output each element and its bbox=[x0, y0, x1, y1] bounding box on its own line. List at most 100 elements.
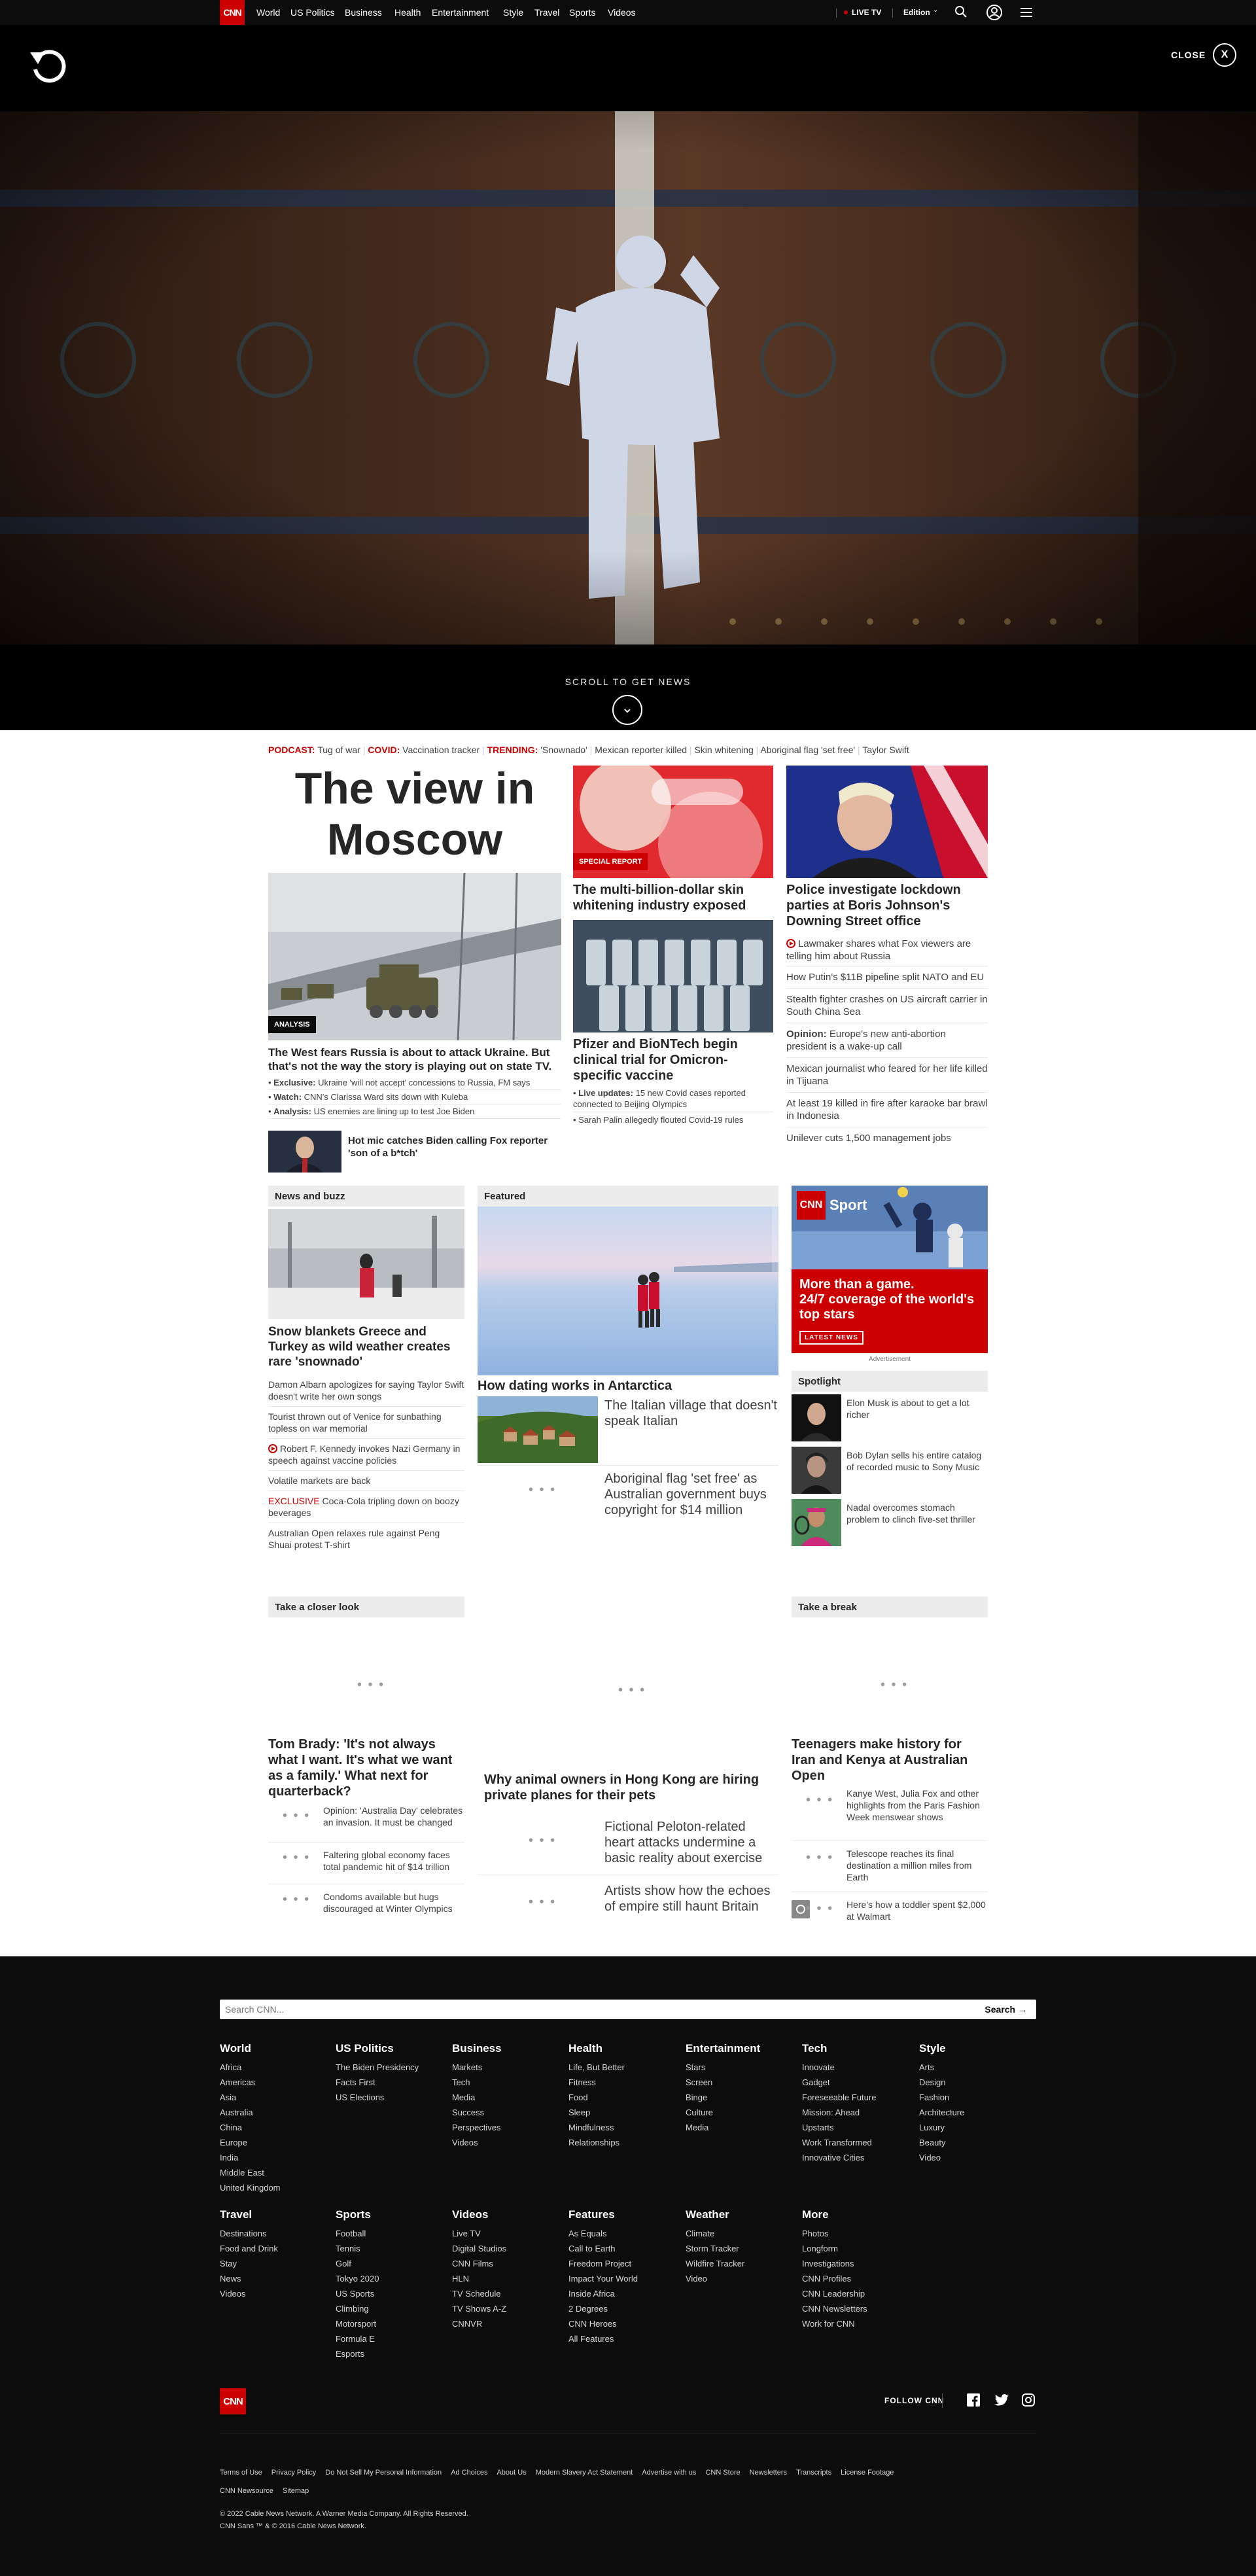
footer-heading[interactable]: US Politics bbox=[336, 2041, 419, 2056]
replay-icon[interactable] bbox=[25, 43, 69, 91]
boris-image[interactable] bbox=[786, 766, 988, 878]
footer-link[interactable]: Storm Tracker bbox=[686, 2241, 744, 2256]
list-item[interactable]: • • • Artists show how the echoes of empi… bbox=[478, 1878, 778, 1930]
footer-link[interactable]: Markets bbox=[452, 2060, 502, 2075]
footer-heading[interactable]: Travel bbox=[220, 2208, 278, 2222]
footer-heading[interactable]: Weather bbox=[686, 2208, 744, 2222]
trending-item[interactable]: Taylor Swift bbox=[862, 745, 909, 755]
list-item[interactable]: • • • Opinion: 'Australia Day' celebrates… bbox=[268, 1803, 464, 1843]
footer-link[interactable]: Middle East bbox=[220, 2165, 281, 2180]
pfizer-headline[interactable]: Pfizer and BioNTech begin clinical trial… bbox=[573, 1036, 773, 1084]
buzz-headline[interactable]: Snow blankets Greece and Turkey as wild … bbox=[268, 1324, 464, 1369]
footer-link[interactable]: TV Shows A-Z bbox=[452, 2301, 506, 2316]
nav-us-politics[interactable]: US Politics bbox=[290, 7, 335, 18]
hong-kong-headline[interactable]: Why animal owners in Hong Kong are hirin… bbox=[484, 1772, 778, 1803]
featured-item[interactable]: • • • Aboriginal flag 'set free' as Aust… bbox=[478, 1466, 778, 1523]
list-item[interactable]: • • • Condoms available but hugs discoura… bbox=[268, 1887, 464, 1926]
cnn-logo[interactable]: CNN bbox=[220, 2388, 246, 2414]
list-item[interactable]: Damon Albarn apologizes for saying Taylo… bbox=[268, 1375, 464, 1407]
footer-link[interactable]: CNN Store bbox=[705, 2469, 740, 2477]
footer-link[interactable]: Photos bbox=[802, 2226, 867, 2241]
footer-link[interactable]: Europe bbox=[220, 2135, 281, 2150]
footer-link[interactable]: Fashion bbox=[919, 2090, 964, 2105]
footer-link[interactable]: Architecture bbox=[919, 2105, 964, 2120]
spotlight-text[interactable]: Elon Musk is about to get a lot richer bbox=[846, 1397, 988, 1420]
small-story[interactable]: Hot mic catches Biden calling Fox report… bbox=[268, 1131, 561, 1174]
footer-link[interactable]: Ad Choices bbox=[451, 2469, 487, 2477]
italian-village-text[interactable]: The Italian village that doesn't speak I… bbox=[604, 1398, 778, 1429]
list-item[interactable]: How Putin's $11B pipeline split NATO and… bbox=[786, 966, 988, 989]
instagram-icon[interactable] bbox=[1022, 2393, 1035, 2410]
spotlight-item[interactable]: Bob Dylan sells his entire catalog of re… bbox=[792, 1447, 988, 1499]
footer-link[interactable]: As Equals bbox=[568, 2226, 638, 2241]
footer-link[interactable]: United Kingdom bbox=[220, 2180, 281, 2195]
footer-link[interactable]: Mission: Ahead bbox=[802, 2105, 876, 2120]
lead-image[interactable]: ANALYSIS bbox=[268, 873, 561, 1040]
footer-link[interactable]: Perspectives bbox=[452, 2120, 502, 2135]
footer-link[interactable]: Design bbox=[919, 2075, 964, 2090]
spotlight-item[interactable]: Elon Musk is about to get a lot richer bbox=[792, 1394, 988, 1447]
list-item[interactable]: • • • Fictional Peloton-related heart att… bbox=[478, 1816, 778, 1875]
list-item[interactable]: Australian Open relaxes rule against Pen… bbox=[268, 1523, 464, 1555]
footer-heading[interactable]: Features bbox=[568, 2208, 638, 2222]
list-item[interactable]: • • • Kanye West, Julia Fox and other hig… bbox=[792, 1786, 988, 1841]
footer-link[interactable]: India bbox=[220, 2150, 281, 2165]
latest-news-button[interactable]: LATEST NEWS bbox=[799, 1331, 864, 1345]
footer-link[interactable]: Gadget bbox=[802, 2075, 876, 2090]
footer-link[interactable]: Modern Slavery Act Statement bbox=[536, 2469, 633, 2477]
nav-health[interactable]: Health bbox=[394, 7, 421, 18]
footer-link[interactable]: Longform bbox=[802, 2241, 867, 2256]
footer-link[interactable]: Newsletters bbox=[750, 2469, 787, 2477]
podcast-link[interactable]: Tug of war bbox=[317, 745, 360, 755]
footer-link[interactable]: Advertise with us bbox=[642, 2469, 696, 2477]
footer-link[interactable]: News bbox=[220, 2271, 278, 2286]
list-item[interactable]: • Sarah Palin allegedly flouted Covid-19… bbox=[573, 1112, 773, 1125]
facebook-icon[interactable] bbox=[967, 2393, 980, 2410]
footer-link[interactable]: Work Transformed bbox=[802, 2135, 876, 2150]
footer-link[interactable]: Privacy Policy bbox=[271, 2469, 316, 2477]
footer-link[interactable]: Food bbox=[568, 2090, 625, 2105]
footer-link[interactable]: Stay bbox=[220, 2256, 278, 2271]
nav-style[interactable]: Style bbox=[503, 7, 523, 18]
snow-image[interactable] bbox=[268, 1209, 464, 1319]
sport-ad[interactable]: CNN Sport More than a game. 24/7 coverag… bbox=[792, 1186, 988, 1353]
footer-link[interactable]: CNN Films bbox=[452, 2256, 506, 2271]
close-button[interactable]: CLOSE bbox=[1171, 50, 1206, 60]
list-item[interactable]: At least 19 killed in fire after karaoke… bbox=[786, 1093, 988, 1127]
footer-link[interactable]: CNN Newsletters bbox=[802, 2301, 867, 2316]
list-item[interactable]: Unilever cuts 1,500 management jobs bbox=[786, 1127, 988, 1149]
footer-link[interactable]: Tennis bbox=[336, 2241, 379, 2256]
list-item[interactable]: • • • Here's how a toddler spent $2,000 a… bbox=[792, 1895, 988, 1928]
list-item[interactable]: • • • Faltering global economy faces tota… bbox=[268, 1845, 464, 1884]
footer-link[interactable]: Screen bbox=[686, 2075, 760, 2090]
account-icon[interactable] bbox=[986, 4, 1003, 24]
footer-link[interactable]: Luxury bbox=[919, 2120, 964, 2135]
footer-link[interactable]: Foreseeable Future bbox=[802, 2090, 876, 2105]
footer-link[interactable]: US Sports bbox=[336, 2286, 379, 2301]
footer-link[interactable]: Transcripts bbox=[796, 2469, 831, 2477]
antarctica-image[interactable] bbox=[478, 1207, 778, 1375]
footer-link[interactable]: Innovative Cities bbox=[802, 2150, 876, 2165]
list-item[interactable]: Opinion: Europe's new anti-abortion pres… bbox=[786, 1023, 988, 1058]
footer-link[interactable]: Freedom Project bbox=[568, 2256, 638, 2271]
footer-link[interactable]: Live TV bbox=[452, 2226, 506, 2241]
footer-heading[interactable]: Health bbox=[568, 2041, 625, 2056]
brady-headline[interactable]: Tom Brady: 'It's not always what I want.… bbox=[268, 1737, 464, 1799]
footer-link[interactable]: Life, But Better bbox=[568, 2060, 625, 2075]
footer-link[interactable]: About Us bbox=[497, 2469, 526, 2477]
skin-headline[interactable]: The multi-billion-dollar skin whitening … bbox=[573, 882, 773, 913]
footer-link[interactable]: The Biden Presidency bbox=[336, 2060, 419, 2075]
nav-business[interactable]: Business bbox=[345, 7, 382, 18]
footer-link[interactable]: Culture bbox=[686, 2105, 760, 2120]
trending-item[interactable]: 'Snownado' bbox=[540, 745, 587, 755]
footer-link[interactable]: Formula E bbox=[336, 2331, 379, 2346]
boris-headline[interactable]: Police investigate lockdown parties at B… bbox=[786, 882, 988, 929]
footer-heading[interactable]: World bbox=[220, 2041, 281, 2056]
footer-heading[interactable]: Sports bbox=[336, 2208, 379, 2222]
footer-link[interactable]: Motorsport bbox=[336, 2316, 379, 2331]
footer-link[interactable]: Stars bbox=[686, 2060, 760, 2075]
nav-world[interactable]: World bbox=[256, 7, 280, 18]
footer-link[interactable]: CNNVR bbox=[452, 2316, 506, 2331]
footer-link[interactable]: Destinations bbox=[220, 2226, 278, 2241]
footer-link[interactable]: Upstarts bbox=[802, 2120, 876, 2135]
